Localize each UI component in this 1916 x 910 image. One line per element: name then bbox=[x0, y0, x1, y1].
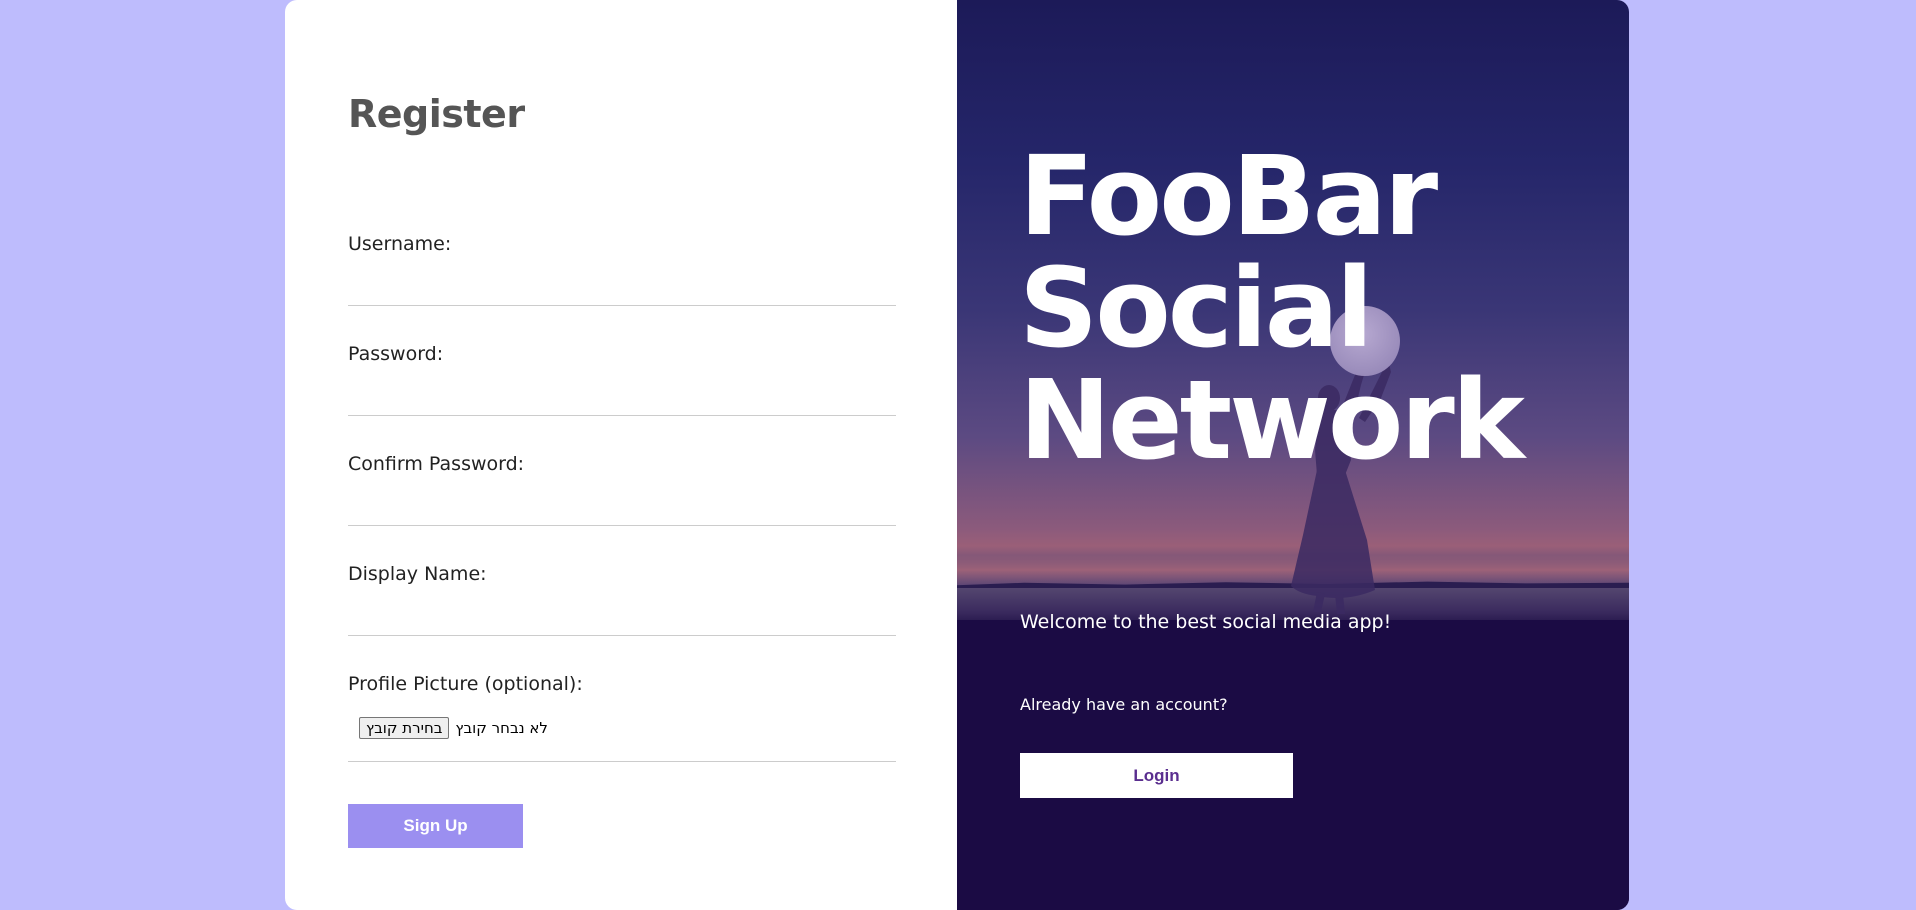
file-picker: בחירת קובץ לא נבחר קובץ bbox=[359, 717, 896, 761]
register-panel: Register Username: Password: Confirm Pas… bbox=[285, 0, 957, 910]
username-label: Username: bbox=[348, 233, 452, 255]
confirm-password-input[interactable] bbox=[348, 483, 900, 525]
sign-up-button[interactable]: Sign Up bbox=[348, 804, 523, 848]
password-input[interactable] bbox=[348, 373, 900, 415]
brand-title: FooBar Social Network bbox=[1019, 132, 1525, 484]
profile-picture-label: Profile Picture (optional): bbox=[348, 673, 583, 695]
display-name-label: Display Name: bbox=[348, 563, 487, 585]
username-field-group: Username: bbox=[348, 233, 900, 306]
confirm-password-label: Confirm Password: bbox=[348, 453, 525, 475]
hero-panel: FooBar Social Network Welcome to the bes… bbox=[957, 0, 1629, 910]
brand-line-3: Network bbox=[1019, 356, 1525, 484]
display-name-input[interactable] bbox=[348, 593, 900, 635]
username-input[interactable] bbox=[348, 263, 900, 305]
file-status-text: לא נבחר קובץ bbox=[455, 719, 548, 737]
login-button[interactable]: Login bbox=[1020, 753, 1293, 798]
register-title: Register bbox=[348, 92, 525, 136]
profile-picture-field-group: Profile Picture (optional): בחירת קובץ ל… bbox=[348, 673, 896, 762]
choose-file-button[interactable]: בחירת קובץ bbox=[359, 717, 450, 739]
password-label: Password: bbox=[348, 343, 444, 365]
display-name-field-group: Display Name: bbox=[348, 563, 900, 636]
confirm-password-field-group: Confirm Password: bbox=[348, 453, 900, 526]
password-field-group: Password: bbox=[348, 343, 900, 416]
welcome-text: Welcome to the best social media app! bbox=[1020, 611, 1392, 633]
auth-card: Register Username: Password: Confirm Pas… bbox=[285, 0, 1629, 910]
already-have-account-text: Already have an account? bbox=[1020, 695, 1228, 714]
brand-line-1: FooBar bbox=[1019, 132, 1438, 260]
brand-line-2: Social bbox=[1019, 244, 1374, 372]
